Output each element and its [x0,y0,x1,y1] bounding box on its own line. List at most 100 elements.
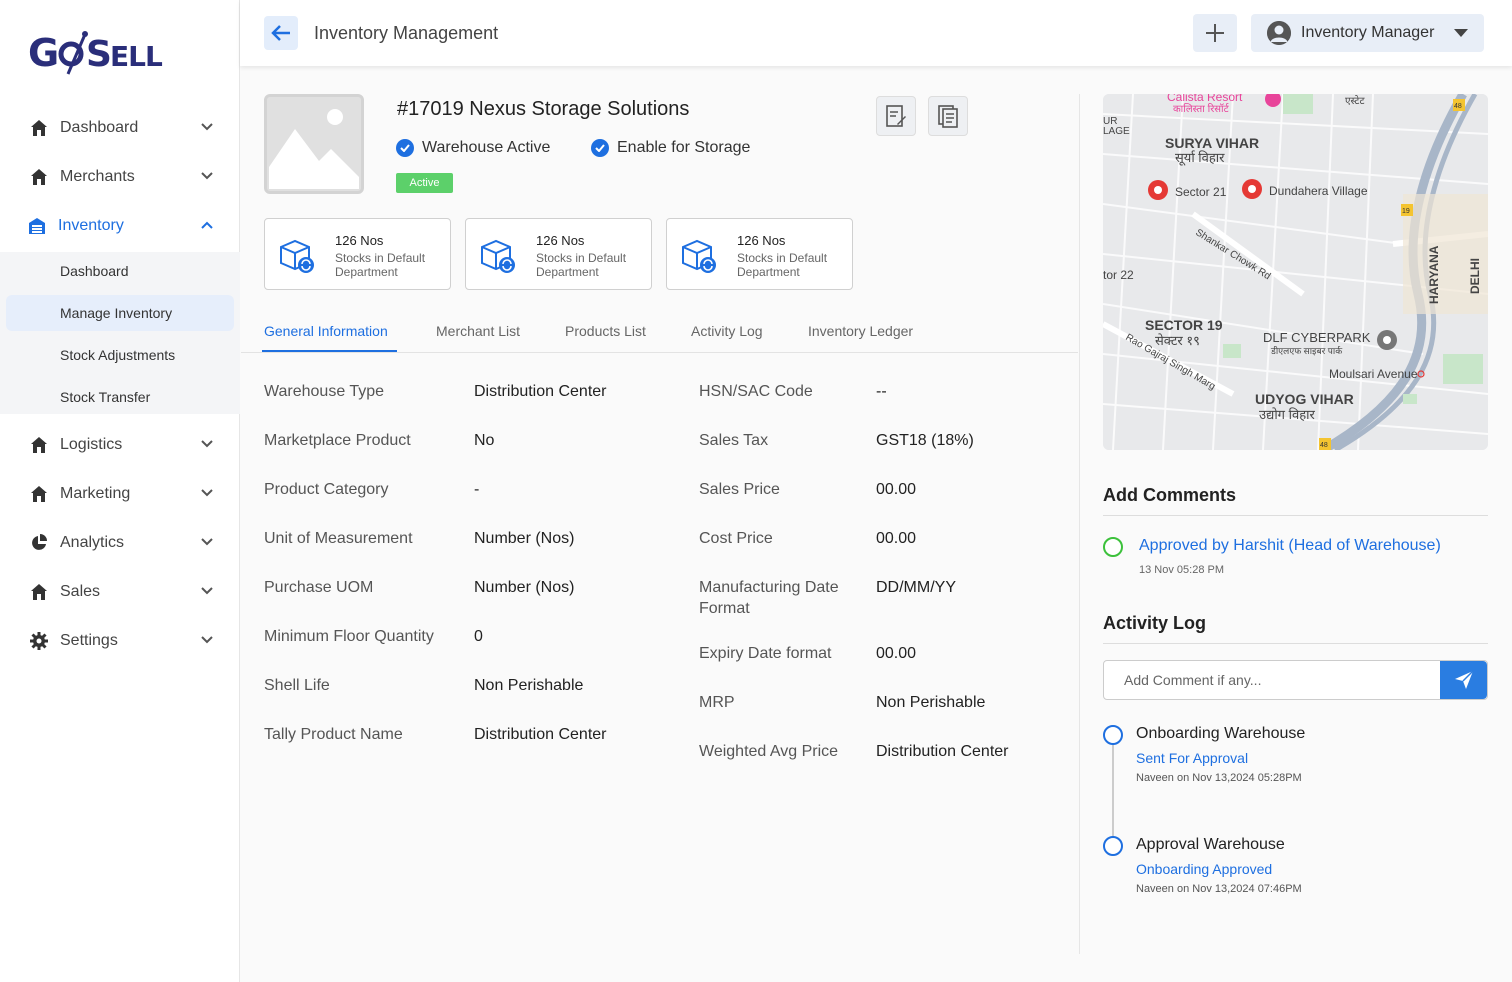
stock-stat-card[interactable]: 126 Nos Stocks in Default Department [264,218,451,290]
chevron-down-icon [201,587,213,595]
timeline-status-link[interactable]: Onboarding Approved [1136,861,1272,877]
gosell-logo-image: G S ELL [28,31,164,75]
timeline-meta: Naveen on Nov 13,2024 07:46PM [1136,883,1302,895]
chevron-down-icon [201,538,213,546]
check-circle-icon [591,139,609,157]
submenu-item-stock-transfer[interactable]: Stock Transfer [6,379,234,415]
chevron-down-icon [201,123,213,131]
sidebar-item-logistics[interactable]: Logistics [0,425,240,465]
tab-general-information[interactable]: General Information [264,323,388,339]
sidebar-item-inventory[interactable]: Inventory [0,206,240,246]
svg-text:G: G [28,31,58,75]
svg-text:DELHI: DELHI [1468,258,1482,294]
submenu-item-manage-inventory[interactable]: Manage Inventory [6,295,234,331]
copy-document-icon [938,105,958,128]
svg-text:UDYOG VIHAR: UDYOG VIHAR [1255,391,1354,407]
home-icon [30,119,48,137]
arrow-left-icon [271,25,290,41]
inventory-submenu: Dashboard Manage Inventory Stock Adjustm… [0,252,240,414]
send-button[interactable] [1440,661,1487,699]
svg-text:48: 48 [1454,103,1462,110]
warehouse-active-check[interactable]: Warehouse Active [396,139,550,157]
stat-value: 126 Nos [536,233,585,248]
field-value: DD/MM/YY [876,579,956,596]
sidebar-item-label: Analytics [60,534,125,551]
status-badge: Active [396,173,453,193]
stat-value: 126 Nos [335,233,384,248]
sidebar-item-settings[interactable]: Settings [0,621,240,661]
active-tab-indicator [262,350,397,352]
sidebar-item-label: Sales [60,583,101,600]
sidebar-item-dashboard[interactable]: Dashboard [0,108,240,148]
chevron-down-icon [201,440,213,448]
submenu-item-stock-adjustments[interactable]: Stock Adjustments [6,337,234,373]
timeline-title: Approval Warehouse [1136,836,1285,853]
top-bar: Inventory Management Inventory Manager [240,0,1512,66]
timeline-status-link[interactable]: Sent For Approval [1136,750,1248,766]
plus-icon [1206,24,1224,42]
field-label: Tally Product Name [264,726,403,743]
copy-document-button[interactable] [928,96,968,136]
pie-chart-icon [30,534,48,552]
activity-log-title: Activity Log [1103,613,1207,633]
comment-status-icon [1103,537,1123,557]
home-icon [30,583,48,601]
edit-document-button[interactable] [876,96,916,136]
field-value: Number (Nos) [474,579,575,596]
sidebar-item-merchants[interactable]: Merchants [0,157,240,197]
field-label: Sales Tax [699,432,769,449]
svg-text:HARYANA: HARYANA [1427,245,1441,304]
svg-text:19: 19 [1402,208,1410,215]
field-value: Non Perishable [876,694,986,711]
stock-stat-card[interactable]: 126 Nos Stocks in Default Department [465,218,652,290]
chevron-down-icon [201,636,213,644]
svg-text:एस्टेट: एस्टेट [1345,95,1365,107]
location-map[interactable]: 48 19 48 Calista Resort कालिस्ता रिसॉर्ट… [1103,94,1488,450]
gosell-logo[interactable]: G S ELL [28,28,168,85]
page-title: Inventory Management [314,23,499,43]
field-value: Number (Nos) [474,530,575,547]
submenu-item-dashboard[interactable]: Dashboard [6,253,234,289]
timeline-title: Onboarding Warehouse [1136,725,1306,742]
field-label: Expiry Date format [699,645,832,662]
field-value: 00.00 [876,481,917,498]
sidebar-item-analytics[interactable]: Analytics [0,523,240,563]
svg-text:सेक्टर १९: सेक्टर १९ [1155,333,1200,348]
timeline-connector [1112,744,1114,840]
field-label: Cost Price [699,530,773,547]
sidebar-item-sales[interactable]: Sales [0,572,240,612]
box-sync-icon [481,239,515,273]
sidebar-item-label: Marketing [60,485,131,502]
map-image: 48 19 48 Calista Resort कालिस्ता रिसॉर्ट… [1103,94,1488,450]
stock-stat-card[interactable]: 126 Nos Stocks in Default Department [666,218,853,290]
user-menu-button[interactable]: Inventory Manager [1251,14,1484,52]
back-button[interactable] [264,16,298,50]
field-label: MRP [699,694,735,711]
tab-inventory-ledger[interactable]: Inventory Ledger [808,323,913,339]
product-image-placeholder [264,94,364,194]
add-button[interactable] [1193,14,1237,52]
svg-text:उद्योग विहार: उद्योग विहार [1259,407,1315,422]
tab-activity-log[interactable]: Activity Log [691,323,763,339]
field-value: Distribution Center [474,726,607,743]
send-icon [1454,670,1474,689]
field-value: 00.00 [876,530,917,547]
svg-text:Moulsari Avenue: Moulsari Avenue [1329,367,1418,381]
tab-merchant-list[interactable]: Merchant List [436,323,520,339]
sidebar-item-marketing[interactable]: Marketing [0,474,240,514]
field-label: Purchase UOM [264,579,374,596]
sidebar-item-label: Logistics [60,436,123,453]
comment-time: 13 Nov 05:28 PM [1139,564,1224,576]
svg-text:tor 22: tor 22 [1103,268,1134,282]
field-value: 00.00 [876,645,917,662]
stat-value: 126 Nos [737,233,786,248]
tab-products-list[interactable]: Products List [565,323,646,339]
comment-link[interactable]: Approved by Harshit (Head of Warehouse) [1139,537,1441,555]
field-value: Distribution Center [474,383,607,400]
sidebar-item-label: Dashboard [60,119,139,136]
comment-input[interactable]: Add Comment if any... [1103,660,1488,700]
check-label: Enable for Storage [617,139,751,156]
field-label: Product Category [264,481,389,498]
chevron-down-icon [201,489,213,497]
enable-storage-check[interactable]: Enable for Storage [591,139,750,157]
